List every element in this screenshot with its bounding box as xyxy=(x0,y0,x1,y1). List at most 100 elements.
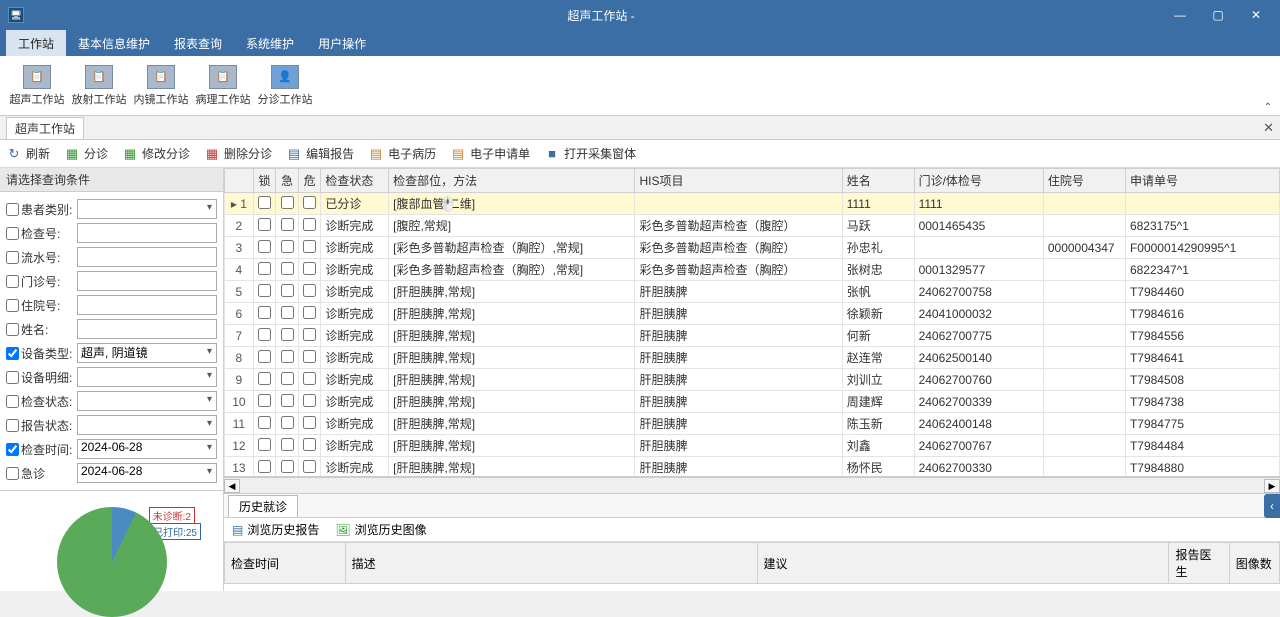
toolbar-5[interactable]: ▤电子病历 xyxy=(368,145,436,162)
filter-row-2: 流水号: xyxy=(6,246,217,268)
table-row[interactable]: 11诊断完成[肝胆胰脾,常规]肝胆胰脾陈玉新24062400148T798477… xyxy=(225,413,1280,435)
table-row[interactable]: 5诊断完成[肝胆胰脾,常规]肝胆胰脾张帆24062700758T7984460 xyxy=(225,281,1280,303)
history-col-0[interactable]: 检查时间 xyxy=(225,543,346,584)
filter-check-4[interactable] xyxy=(6,299,19,312)
menu-basic-info[interactable]: 基本信息维护 xyxy=(66,30,162,56)
toolbar-1[interactable]: ▦分诊 xyxy=(64,145,108,162)
history-col-2[interactable]: 建议 xyxy=(757,543,1169,584)
scroll-right-icon[interactable]: ▶ xyxy=(1264,479,1280,493)
history-col-1[interactable]: 描述 xyxy=(345,543,757,584)
toolbar-0[interactable]: ↻刷新 xyxy=(6,145,50,162)
history-col-4[interactable]: 图像数 xyxy=(1229,543,1279,584)
filter-row-11: 急诊2024-06-28 xyxy=(6,462,217,484)
table-row[interactable]: 3诊断完成[彩色多普勒超声检查（胸腔）,常规]彩色多普勒超声检查（胸腔）孙忠礼0… xyxy=(225,237,1280,259)
scroll-left-icon[interactable]: ◀ xyxy=(224,479,240,493)
ribbon-radiology[interactable]: 📋放射工作站 xyxy=(68,65,130,107)
history-col-3[interactable]: 报告医生 xyxy=(1169,543,1229,584)
filter-check-10[interactable] xyxy=(6,443,19,456)
menu-sys-maint[interactable]: 系统维护 xyxy=(234,30,306,56)
table-row[interactable]: 6诊断完成[肝胆胰脾,常规]肝胆胰脾徐颖新24041000032T7984616 xyxy=(225,303,1280,325)
filter-row-10: 检查时间:2024-06-28 xyxy=(6,438,217,460)
filter-input-2[interactable] xyxy=(77,247,217,267)
filter-check-8[interactable] xyxy=(6,395,19,408)
filter-row-6: 设备类型:超声, 阴道镜 xyxy=(6,342,217,364)
browse-history-report-button[interactable]: ▤浏览历史报告 xyxy=(232,521,319,538)
ribbon-collapse-icon[interactable]: ⌃ xyxy=(1264,102,1272,113)
col-0[interactable] xyxy=(225,169,254,193)
filter-check-2[interactable] xyxy=(6,251,19,264)
app-icon: 🖥 xyxy=(8,7,24,23)
filter-input-10[interactable]: 2024-06-28 xyxy=(77,439,217,459)
col-8[interactable]: 门诊/体检号 xyxy=(914,169,1043,193)
col-9[interactable]: 住院号 xyxy=(1043,169,1125,193)
toolbar-3[interactable]: ▦删除分诊 xyxy=(204,145,272,162)
ribbon: 📋超声工作站 📋放射工作站 📋内镜工作站 📋病理工作站 👤分诊工作站 ⌃ xyxy=(0,56,1280,116)
minimize-button[interactable]: ― xyxy=(1170,8,1190,22)
toolbar-6[interactable]: ▤电子申请单 xyxy=(450,145,530,162)
table-row[interactable]: 4诊断完成[彩色多普勒超声检查（胸腔）,常规]彩色多普勒超声检查（胸腔）张树忠0… xyxy=(225,259,1280,281)
col-10[interactable]: 申请单号 xyxy=(1125,169,1279,193)
col-5[interactable]: 检查部位，方法 xyxy=(389,169,635,193)
filter-label-7: 设备明细: xyxy=(21,369,77,386)
filter-input-5[interactable] xyxy=(77,319,217,339)
col-3[interactable]: 危 xyxy=(298,169,321,193)
maximize-button[interactable]: ▢ xyxy=(1208,8,1228,22)
menu-workstation[interactable]: 工作站 xyxy=(6,30,66,56)
filter-check-5[interactable] xyxy=(6,323,19,336)
ribbon-ultrasound[interactable]: 📋超声工作站 xyxy=(6,65,68,107)
menu-user-ops[interactable]: 用户操作 xyxy=(306,30,378,56)
filter-input-6[interactable]: 超声, 阴道镜 xyxy=(77,343,217,363)
toolbar-7[interactable]: ■打开采集窗体 xyxy=(544,145,636,162)
table-row[interactable]: ▸ 1已分诊[腹部血管,二维]11111111 xyxy=(225,193,1280,215)
filter-input-0[interactable] xyxy=(77,199,217,219)
ribbon-pathology[interactable]: 📋病理工作站 xyxy=(192,65,254,107)
filter-check-3[interactable] xyxy=(6,275,19,288)
subtab-ultrasound[interactable]: 超声工作站 xyxy=(6,117,84,139)
history-panel: 历史就诊 ‹ ▤浏览历史报告 🖼浏览历史图像 检查时间描述建议报告医生图像数 xyxy=(224,493,1280,591)
filter-label-2: 流水号: xyxy=(21,249,77,266)
filter-input-1[interactable] xyxy=(77,223,217,243)
subtab-close-icon[interactable]: ✕ xyxy=(1263,120,1274,136)
history-grid[interactable]: 检查时间描述建议报告医生图像数 xyxy=(224,542,1280,584)
menu-report-query[interactable]: 报表查询 xyxy=(162,30,234,56)
sidebar: 请选择查询条件 患者类别:检查号:流水号:门诊号:住院号:姓名:设备类型:超声,… xyxy=(0,168,224,591)
filter-input-11[interactable]: 2024-06-28 xyxy=(77,463,217,483)
filter-check-9[interactable] xyxy=(6,419,19,432)
filter-check-11[interactable] xyxy=(6,467,19,480)
filter-input-4[interactable] xyxy=(77,295,217,315)
filter-input-7[interactable] xyxy=(77,367,217,387)
col-7[interactable]: 姓名 xyxy=(842,169,914,193)
browse-history-image-button[interactable]: 🖼浏览历史图像 xyxy=(335,521,426,538)
table-row[interactable]: 12诊断完成[肝胆胰脾,常规]肝胆胰脾刘鑫24062700767T7984484 xyxy=(225,435,1280,457)
filter-input-3[interactable] xyxy=(77,271,217,291)
filter-label-3: 门诊号: xyxy=(21,273,77,290)
history-tab[interactable]: 历史就诊 xyxy=(228,495,298,517)
table-row[interactable]: 9诊断完成[肝胆胰脾,常规]肝胆胰脾刘训立24062700760T7984508 xyxy=(225,369,1280,391)
grid-hscrollbar[interactable]: ◀ ▶ xyxy=(224,477,1280,493)
ribbon-triage[interactable]: 👤分诊工作站 xyxy=(254,65,316,107)
filter-label-6: 设备类型: xyxy=(21,345,77,362)
col-1[interactable]: 锁 xyxy=(253,169,276,193)
ribbon-endoscopy[interactable]: 📋内镜工作站 xyxy=(130,65,192,107)
filter-check-6[interactable] xyxy=(6,347,19,360)
panel-expand-icon[interactable]: ‹ xyxy=(1264,494,1280,518)
filter-input-9[interactable] xyxy=(77,415,217,435)
toolbar-2[interactable]: ▦修改分诊 xyxy=(122,145,190,162)
filter-row-0: 患者类别: xyxy=(6,198,217,220)
table-row[interactable]: 8诊断完成[肝胆胰脾,常规]肝胆胰脾赵连常24062500140T7984641 xyxy=(225,347,1280,369)
col-6[interactable]: HIS项目 xyxy=(635,169,842,193)
table-row[interactable]: 10诊断完成[肝胆胰脾,常规]肝胆胰脾周建辉24062700339T798473… xyxy=(225,391,1280,413)
table-row[interactable]: 2诊断完成[腹腔,常规]彩色多普勒超声检查（腹腔）马跃0001465435682… xyxy=(225,215,1280,237)
close-button[interactable]: ✕ xyxy=(1246,8,1266,22)
data-grid[interactable]: 锁急危检查状态检查部位，方法HIS项目姓名门诊/体检号住院号申请单号 ▸ 1已分… xyxy=(224,168,1280,477)
table-row[interactable]: 13诊断完成[肝胆胰脾,常规]肝胆胰脾杨怀民24062700330T798488… xyxy=(225,457,1280,478)
table-row[interactable]: 7诊断完成[肝胆胰脾,常规]肝胆胰脾何新24062700775T7984556 xyxy=(225,325,1280,347)
col-4[interactable]: 检查状态 xyxy=(321,169,389,193)
filter-check-7[interactable] xyxy=(6,371,19,384)
filter-input-8[interactable] xyxy=(77,391,217,411)
filter-check-0[interactable] xyxy=(6,203,19,216)
toolbar-icon-7: ■ xyxy=(544,146,560,162)
col-2[interactable]: 急 xyxy=(276,169,299,193)
toolbar-4[interactable]: ▤编辑报告 xyxy=(286,145,354,162)
filter-check-1[interactable] xyxy=(6,227,19,240)
